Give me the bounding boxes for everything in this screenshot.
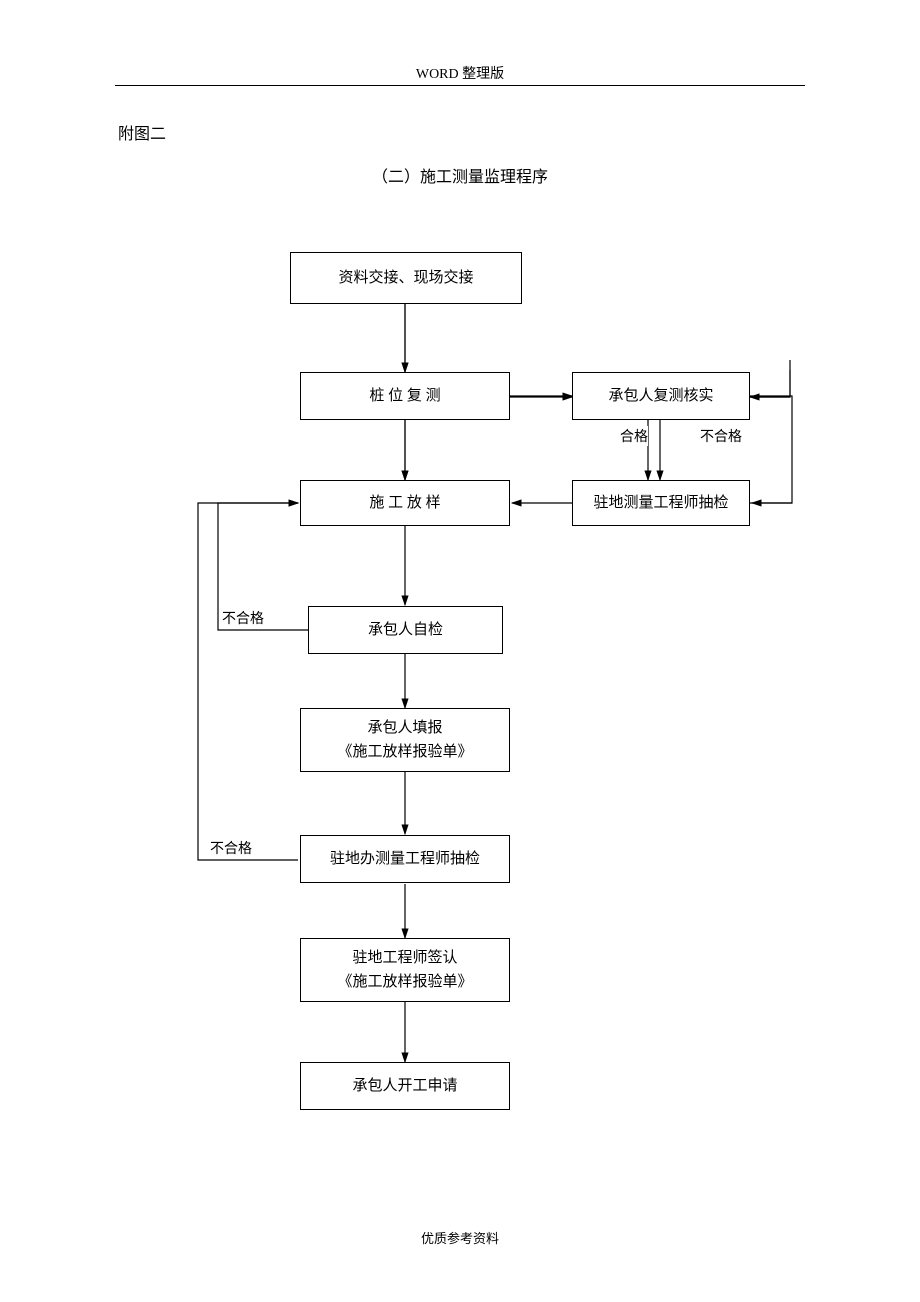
edge-label-fail-n3: 不合格 xyxy=(700,426,742,446)
edge-label-fail-n8: 不合格 xyxy=(210,838,252,858)
edge-label-fail-n6: 不合格 xyxy=(222,608,264,628)
node-data-handover: 资料交接、现场交接 xyxy=(290,252,522,304)
node-contractor-report-line1: 承包人填报 xyxy=(367,716,442,740)
node-resident-surveyor-check: 驻地测量工程师抽检 xyxy=(572,480,750,526)
node-resident-engineer-sign-line2: 《施工放样报验单》 xyxy=(337,970,472,994)
flowchart: 资料交接、现场交接 桩 位 复 测 承包人复测核实 施 工 放 样 驻地测量工程… xyxy=(0,0,920,1302)
node-contractor-verify: 承包人复测核实 xyxy=(572,372,750,420)
node-resident-engineer-sign: 驻地工程师签认 《施工放样报验单》 xyxy=(300,938,510,1002)
node-construction-setout: 施 工 放 样 xyxy=(300,480,510,526)
page: WORD 整理版 附图二 （二）施工测量监理程序 xyxy=(0,0,920,1302)
node-pile-retest: 桩 位 复 测 xyxy=(300,372,510,420)
node-contractor-report: 承包人填报 《施工放样报验单》 xyxy=(300,708,510,772)
node-start-application: 承包人开工申请 xyxy=(300,1062,510,1110)
node-resident-office-check: 驻地办测量工程师抽检 xyxy=(300,835,510,883)
page-footer: 优质参考资料 xyxy=(0,1228,920,1247)
edge-label-pass: 合格 xyxy=(620,426,648,446)
node-resident-engineer-sign-line1: 驻地工程师签认 xyxy=(352,946,457,970)
node-contractor-selfcheck: 承包人自检 xyxy=(308,606,503,654)
node-contractor-report-line2: 《施工放样报验单》 xyxy=(337,740,472,764)
